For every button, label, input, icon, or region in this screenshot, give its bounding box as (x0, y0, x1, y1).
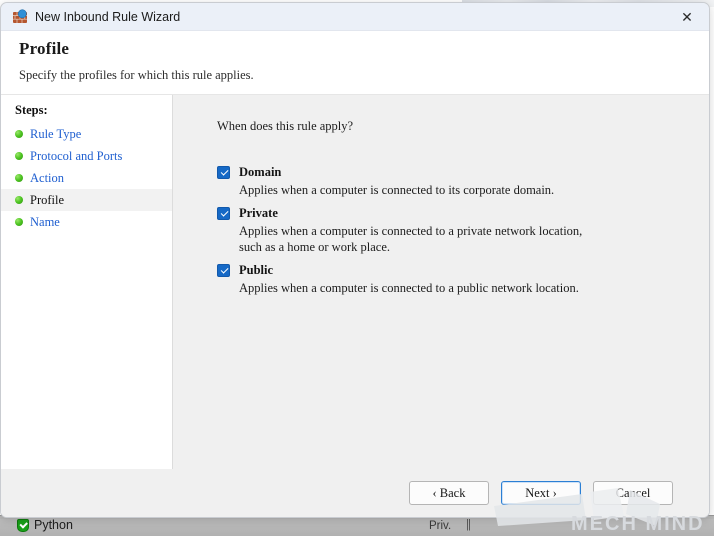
sidebar-item-rule-type[interactable]: Rule Type (1, 123, 172, 145)
step-bullet-icon (15, 174, 23, 182)
sidebar-item-label: Protocol and Ports (30, 149, 122, 164)
new-inbound-rule-wizard-dialog: New Inbound Rule Wizard ✕ Profile Specif… (0, 2, 710, 518)
dialog-title: New Inbound Rule Wizard (35, 10, 180, 24)
close-icon[interactable]: ✕ (665, 3, 709, 31)
domain-checkbox[interactable] (217, 166, 230, 179)
step-bullet-icon (15, 152, 23, 160)
profile-option-private: Private Applies when a computer is conne… (217, 206, 709, 255)
back-button[interactable]: ‹ Back (409, 481, 489, 505)
private-checkbox[interactable] (217, 207, 230, 220)
dialog-body: Steps: Rule Type Protocol and Ports Acti… (1, 95, 709, 514)
background-column-separator: || (466, 519, 470, 531)
page-subtitle: Specify the profiles for which this rule… (19, 68, 709, 83)
dialog-footer: ‹ Back Next › Cancel (1, 469, 710, 517)
steps-heading: Steps: (1, 103, 172, 123)
shield-check-icon (17, 519, 29, 532)
next-button[interactable]: Next › (501, 481, 581, 505)
domain-label: Domain (239, 165, 281, 180)
private-checkbox-row[interactable]: Private (217, 206, 709, 221)
public-checkbox[interactable] (217, 264, 230, 277)
profile-content-panel: When does this rule apply? Domain Applie… (173, 95, 709, 514)
sidebar-item-label: Profile (30, 193, 64, 208)
dialog-titlebar[interactable]: New Inbound Rule Wizard ✕ (1, 3, 709, 31)
page-title: Profile (19, 39, 709, 59)
step-bullet-icon (15, 218, 23, 226)
watermark-text: MECH MIND (571, 513, 705, 536)
steps-sidebar: Steps: Rule Type Protocol and Ports Acti… (1, 95, 173, 514)
public-description: Applies when a computer is connected to … (239, 281, 709, 296)
background-python-entry[interactable]: Python (17, 518, 73, 532)
step-bullet-icon (15, 130, 23, 138)
domain-checkbox-row[interactable]: Domain (217, 165, 709, 180)
public-label: Public (239, 263, 273, 278)
sidebar-item-profile[interactable]: Profile (1, 189, 172, 211)
domain-description: Applies when a computer is connected to … (239, 183, 709, 198)
profile-option-public: Public Applies when a computer is connec… (217, 263, 709, 296)
sidebar-item-name[interactable]: Name (1, 211, 172, 233)
dialog-header: Profile Specify the profiles for which t… (1, 31, 709, 95)
content-question: When does this rule apply? (217, 119, 709, 134)
profile-option-domain: Domain Applies when a computer is connec… (217, 165, 709, 198)
step-bullet-icon (15, 196, 23, 204)
sidebar-item-action[interactable]: Action (1, 167, 172, 189)
background-python-label: Python (34, 518, 73, 532)
firewall-icon (12, 9, 28, 25)
private-description: Applies when a computer is connected to … (239, 224, 709, 255)
sidebar-item-label: Action (30, 171, 64, 186)
public-checkbox-row[interactable]: Public (217, 263, 709, 278)
sidebar-item-label: Name (30, 215, 60, 230)
cancel-button[interactable]: Cancel (593, 481, 673, 505)
private-label: Private (239, 206, 278, 221)
sidebar-item-label: Rule Type (30, 127, 81, 142)
background-profile-column-label: Priv. (429, 520, 451, 532)
sidebar-item-protocol-and-ports[interactable]: Protocol and Ports (1, 145, 172, 167)
